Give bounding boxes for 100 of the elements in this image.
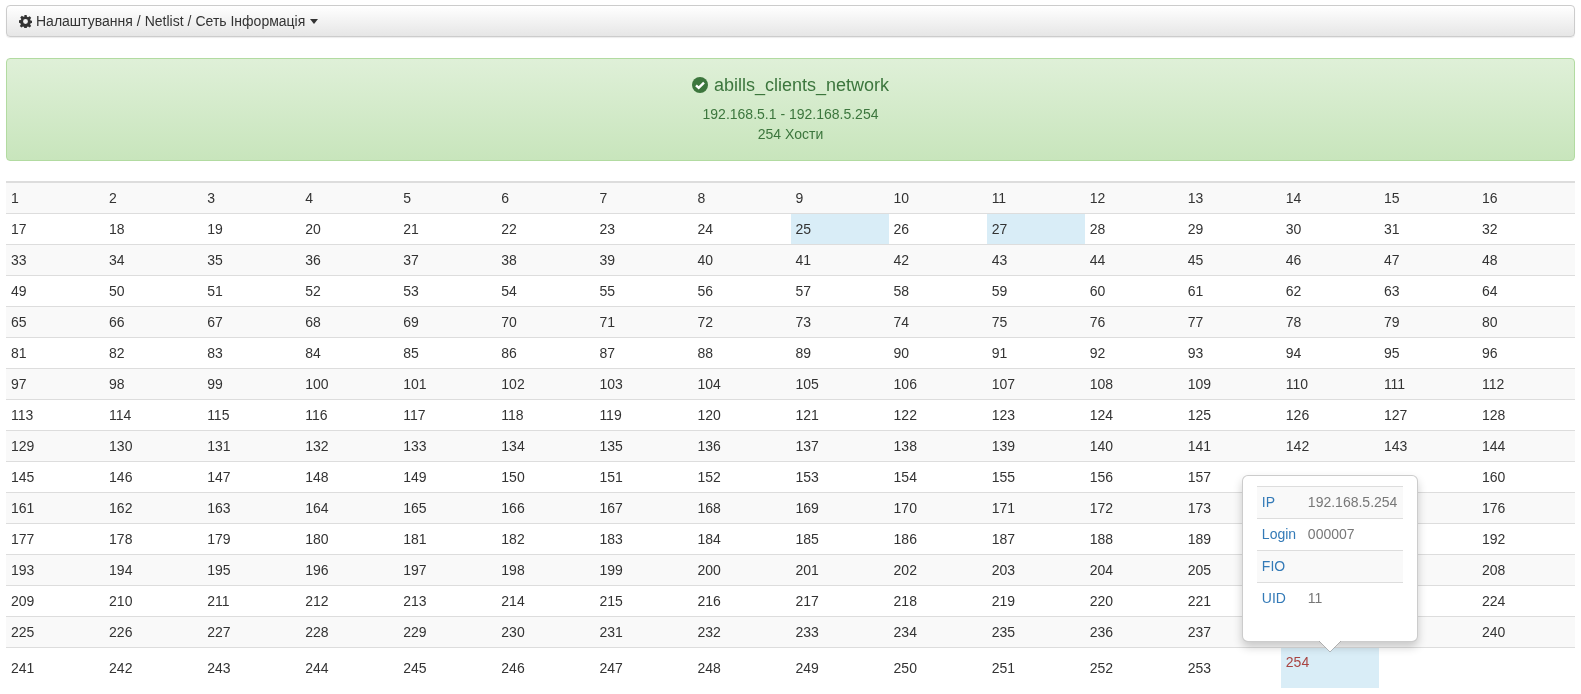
table-cell: 53 bbox=[403, 283, 419, 299]
table-cell: 196 bbox=[305, 562, 329, 578]
table-cell: 71 bbox=[599, 314, 615, 330]
table-cell: 94 bbox=[1285, 345, 1302, 361]
table-cell: 188 bbox=[1089, 531, 1114, 547]
table-cell: 165 bbox=[403, 500, 427, 516]
table-cell: 185 bbox=[795, 531, 819, 547]
table-cell: 107 bbox=[991, 376, 1015, 392]
table-cell: 135 bbox=[599, 438, 623, 454]
table-cell: 143 bbox=[1383, 438, 1408, 454]
table-cell: 233 bbox=[795, 624, 819, 640]
table-cell: 227 bbox=[207, 624, 231, 640]
table-cell: 33 bbox=[11, 252, 27, 268]
table-cell: 58 bbox=[893, 283, 910, 299]
table-cell: 2 bbox=[109, 190, 117, 206]
breadcrumb-link[interactable]: Сеть Інформація bbox=[195, 13, 319, 29]
table-cell: 57 bbox=[795, 283, 812, 299]
table-cell: 16 bbox=[1481, 190, 1498, 206]
table-cell: 47 bbox=[1383, 252, 1400, 268]
table-cell: 63 bbox=[1383, 283, 1400, 299]
table-cell: 84 bbox=[305, 345, 321, 361]
table-cell: 35 bbox=[207, 252, 223, 268]
table-cell: 142 bbox=[1285, 438, 1310, 454]
table-cell: 61 bbox=[1187, 283, 1204, 299]
table-cell: 103 bbox=[599, 376, 623, 392]
table-cell: 101 bbox=[403, 376, 427, 392]
table-cell: 90 bbox=[893, 345, 910, 361]
table-cell: 46 bbox=[1285, 252, 1302, 268]
table-cell: 182 bbox=[501, 531, 525, 547]
table-cell: 20 bbox=[305, 221, 321, 237]
table-cell: 124 bbox=[1089, 407, 1114, 423]
table-cell: 148 bbox=[305, 469, 329, 485]
table-cell: 85 bbox=[403, 345, 419, 361]
table-cell: 184 bbox=[697, 531, 721, 547]
table-cell: 117 bbox=[403, 407, 426, 423]
table-cell: 87 bbox=[599, 345, 615, 361]
table-cell: 116 bbox=[305, 407, 328, 423]
table-cell: 170 bbox=[893, 500, 917, 516]
table-cell: 119 bbox=[599, 407, 622, 423]
table-cell: 14 bbox=[1285, 190, 1302, 206]
table-cell: 139 bbox=[991, 438, 1015, 454]
table-cell: 132 bbox=[305, 438, 329, 454]
table-cell: 22 bbox=[501, 221, 517, 237]
table-cell: 4 bbox=[305, 190, 313, 206]
table-cell: 249 bbox=[795, 660, 819, 676]
table-cell: 173 bbox=[1187, 500, 1212, 516]
table-cell: 217 bbox=[795, 593, 819, 609]
table-cell: 121 bbox=[795, 407, 819, 423]
table-cell: 81 bbox=[11, 345, 27, 361]
table-cell: 211 bbox=[207, 593, 230, 609]
table-cell: 54 bbox=[501, 283, 517, 299]
table-cell: 114 bbox=[109, 407, 132, 423]
table-cell: 245 bbox=[403, 660, 427, 676]
table-cell: 149 bbox=[403, 469, 427, 485]
table-cell: 83 bbox=[207, 345, 223, 361]
table-cell: 197 bbox=[403, 562, 427, 578]
table-cell: 40 bbox=[697, 252, 713, 268]
table-cell: 230 bbox=[501, 624, 525, 640]
breadcrumb-link[interactable]: Налаштування bbox=[36, 13, 133, 29]
table-cell: 21 bbox=[403, 221, 419, 237]
table-cell: 155 bbox=[991, 469, 1015, 485]
table-cell: 126 bbox=[1285, 407, 1310, 423]
table-cell: 195 bbox=[207, 562, 231, 578]
table-cell: 204 bbox=[1089, 562, 1114, 578]
breadcrumb-separator: / bbox=[187, 13, 192, 29]
table-cell: 129 bbox=[11, 438, 35, 454]
host-count: 254 Хости bbox=[757, 125, 824, 144]
table-cell: 150 bbox=[501, 469, 525, 485]
table-cell: 34 bbox=[109, 252, 125, 268]
breadcrumb-separator: / bbox=[136, 13, 141, 29]
table-cell: 203 bbox=[991, 562, 1015, 578]
table-cell: 91 bbox=[991, 345, 1008, 361]
table-cell: 183 bbox=[599, 531, 623, 547]
table-cell: 95 bbox=[1383, 345, 1400, 361]
table-cell: 106 bbox=[893, 376, 917, 392]
table-cell: 160 bbox=[1481, 469, 1506, 485]
info-value: 11 bbox=[1302, 582, 1403, 614]
gear-icon bbox=[19, 14, 32, 28]
table-cell: 102 bbox=[501, 376, 525, 392]
table-cell: 100 bbox=[305, 376, 329, 392]
table-cell: 209 bbox=[11, 593, 35, 609]
table-cell: 32 bbox=[1481, 221, 1498, 237]
table-cell: 72 bbox=[697, 314, 713, 330]
table-cell: 56 bbox=[697, 283, 713, 299]
table-cell: 235 bbox=[991, 624, 1015, 640]
breadcrumb-link[interactable]: Netlist bbox=[144, 13, 184, 29]
table-cell: 128 bbox=[1481, 407, 1506, 423]
table-cell: 243 bbox=[207, 660, 231, 676]
table-cell: 138 bbox=[893, 438, 917, 454]
table-cell: 187 bbox=[991, 531, 1015, 547]
table-cell: 9 bbox=[795, 190, 804, 206]
table-cell: 67 bbox=[207, 314, 223, 330]
table-cell: 45 bbox=[1187, 252, 1204, 268]
info-label: Login bbox=[1256, 518, 1303, 551]
table-cell: 186 bbox=[893, 531, 917, 547]
table-cell: 60 bbox=[1089, 283, 1106, 299]
table-cell: 232 bbox=[697, 624, 721, 640]
table-cell: 166 bbox=[501, 500, 525, 516]
table-cell: 161 bbox=[11, 500, 35, 516]
table-cell: 27 bbox=[991, 221, 1008, 237]
